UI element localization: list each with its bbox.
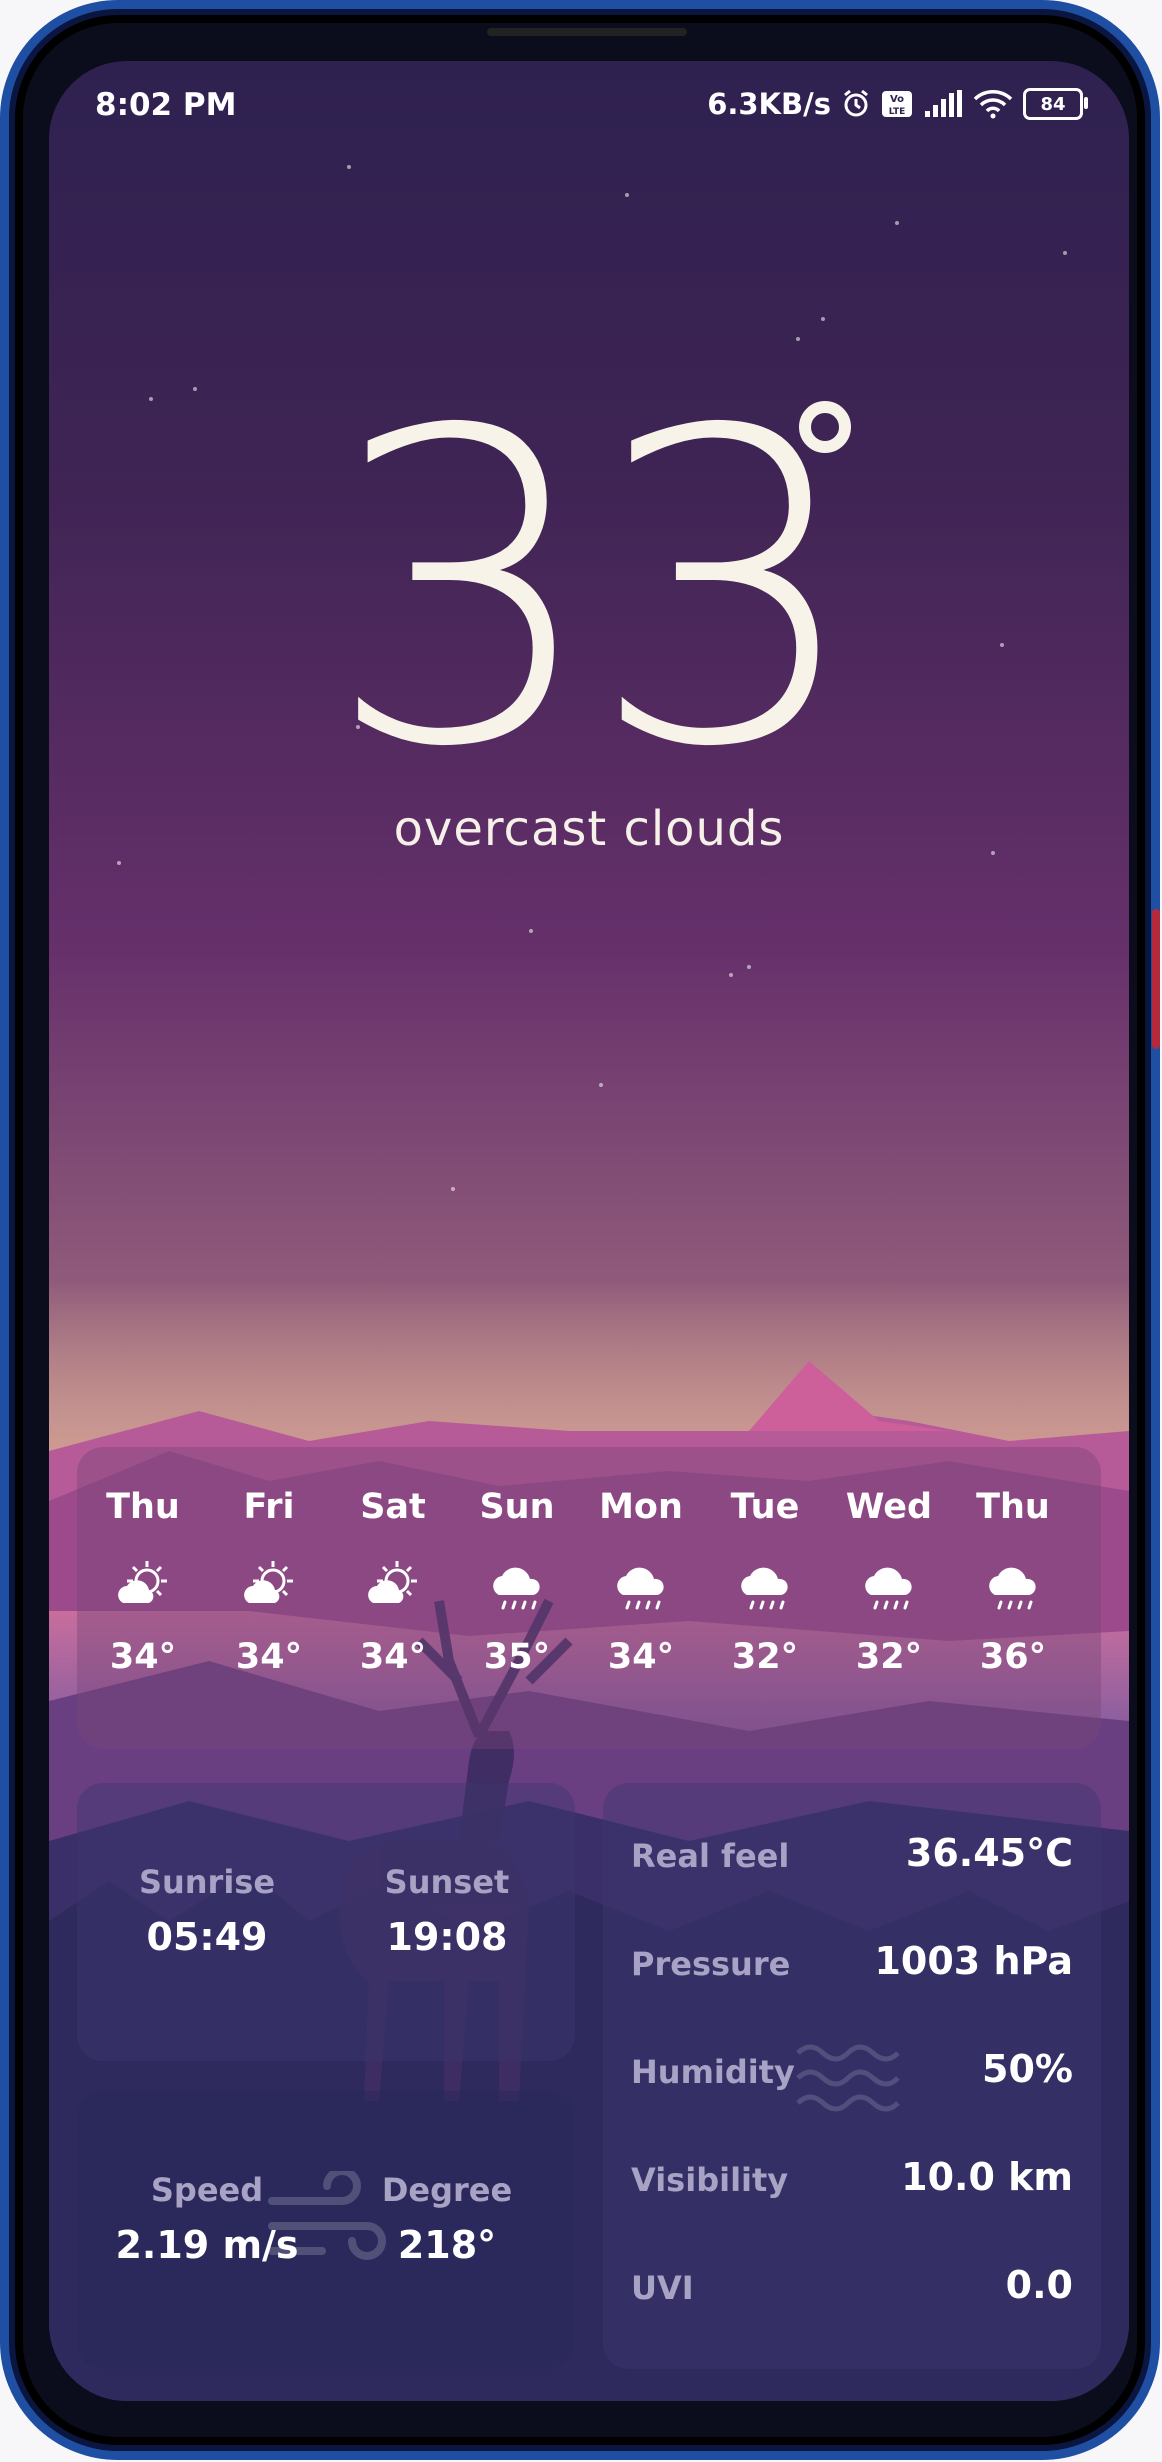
wind-speed-label: Speed (150, 2171, 264, 2209)
svg-text:LTE: LTE (889, 107, 906, 117)
detail-row-visibility: Visibility 10.0 km (631, 2151, 1073, 2211)
forecast-day-name: Sat (360, 1487, 426, 1527)
sunrise-time: 05:49 (146, 1915, 268, 1959)
detail-value: 36.45°C (905, 1831, 1073, 1875)
battery-level: 84 (1040, 93, 1066, 115)
volte-icon: Vo LTE (881, 89, 913, 119)
signal-icon (923, 89, 963, 119)
forecast-day-name: Thu (106, 1487, 180, 1527)
wifi-icon (973, 89, 1013, 119)
earpiece-speaker (487, 28, 687, 36)
detail-label: Pressure (631, 1945, 791, 1983)
alarm-icon (841, 89, 871, 119)
status-bar: 8:02 PM 6.3KB/s Vo LTE 84 (49, 61, 1129, 161)
detail-label: UVI (631, 2269, 694, 2307)
star (729, 973, 733, 977)
forecast-day-name: Fri (243, 1487, 295, 1527)
forecast-temp: 32° (855, 1637, 923, 1677)
power-button (1152, 909, 1160, 1049)
detail-label: Humidity (631, 2053, 795, 2091)
rain-cloud-icon (865, 1567, 912, 1610)
network-speed: 6.3KB/s (707, 87, 831, 121)
star (1063, 251, 1067, 255)
star (529, 929, 533, 933)
forecast-temp: 34° (607, 1637, 675, 1677)
sunset-time: 19:08 (386, 1915, 508, 1959)
detail-row-real-feel: Real feel 36.45°C (631, 1827, 1073, 1887)
phone-frame: 8:02 PM 6.3KB/s Vo LTE 84 33 overcast cl… (0, 0, 1160, 2460)
detail-value: 50% (982, 2047, 1073, 2091)
wind-degree: 218° (397, 2223, 497, 2267)
degree-symbol (799, 401, 851, 453)
details-card: Real feel 36.45°C Pressure 1003 hPa Humi… (603, 1783, 1101, 2369)
forecast-temp: 32° (731, 1637, 799, 1677)
forecast-temp: 34° (235, 1637, 303, 1677)
rain-cloud-icon (989, 1567, 1036, 1610)
app-screen: 8:02 PM 6.3KB/s Vo LTE 84 33 overcast cl… (49, 61, 1129, 2401)
star (625, 193, 629, 197)
svg-text:Vo: Vo (890, 94, 904, 105)
sunrise-info: Sunrise 05:49 (87, 1863, 327, 1959)
partly-sunny-icon (118, 1561, 167, 1603)
wind-speed-info: Speed 2.19 m/s (87, 2171, 327, 2267)
status-time: 8:02 PM (95, 87, 237, 123)
status-icons: 6.3KB/s Vo LTE 84 (707, 87, 1088, 121)
weather-description: overcast clouds (393, 801, 785, 857)
rain-cloud-icon (493, 1567, 540, 1610)
wind-degree-label: Degree (381, 2171, 513, 2209)
battery-icon: 84 (1023, 88, 1088, 120)
star (747, 965, 751, 969)
partly-sunny-icon (244, 1561, 293, 1603)
forecast-card: Thu 34° Fri 34° Sat 34° Sun 35° Mon 34° … (77, 1447, 1101, 1749)
star (895, 221, 899, 225)
sunset-info: Sunset 19:08 (327, 1863, 567, 1959)
star (599, 1083, 603, 1087)
detail-label: Real feel (631, 1837, 790, 1875)
wind-degree-info: Degree 218° (327, 2171, 567, 2267)
star (117, 861, 121, 865)
forecast-day-name: Thu (976, 1487, 1050, 1527)
current-temperature-block: 33 (49, 341, 1129, 841)
wind-speed: 2.19 m/s (115, 2223, 299, 2267)
detail-label: Visibility (631, 2161, 789, 2199)
forecast-temp: 36° (979, 1637, 1047, 1677)
sun-card: Sunrise 05:49 Sunset 19:08 (77, 1783, 575, 2061)
star (347, 165, 351, 169)
rain-cloud-icon (617, 1567, 664, 1610)
partly-sunny-icon (368, 1561, 417, 1603)
star (451, 1187, 455, 1191)
detail-value: 0.0 (1005, 2263, 1073, 2307)
sunrise-label: Sunrise (138, 1863, 276, 1901)
detail-row-humidity: Humidity 50% (631, 2043, 1073, 2103)
rain-cloud-icon (741, 1567, 788, 1610)
star (821, 317, 825, 321)
wind-card: Speed 2.19 m/s Degree 218° (77, 2091, 575, 2369)
volume-button (1152, 489, 1160, 819)
forecast-day-name: Tue (730, 1487, 800, 1527)
detail-value: 1003 hPa (874, 1939, 1073, 1983)
forecast-temp: 34° (359, 1637, 427, 1677)
forecast-temp: 35° (483, 1637, 551, 1677)
forecast-day-name: Mon (599, 1487, 683, 1527)
detail-row-pressure: Pressure 1003 hPa (631, 1935, 1073, 1995)
current-temperature: 33 (325, 341, 862, 841)
forecast-day-name: Sun (479, 1487, 555, 1527)
detail-value: 10.0 km (901, 2155, 1073, 2199)
forecast-temp: 34° (109, 1637, 177, 1677)
forecast-day-name: Wed (845, 1487, 933, 1527)
detail-row-uvi: UVI 0.0 (631, 2259, 1073, 2319)
sunset-label: Sunset (384, 1863, 510, 1901)
